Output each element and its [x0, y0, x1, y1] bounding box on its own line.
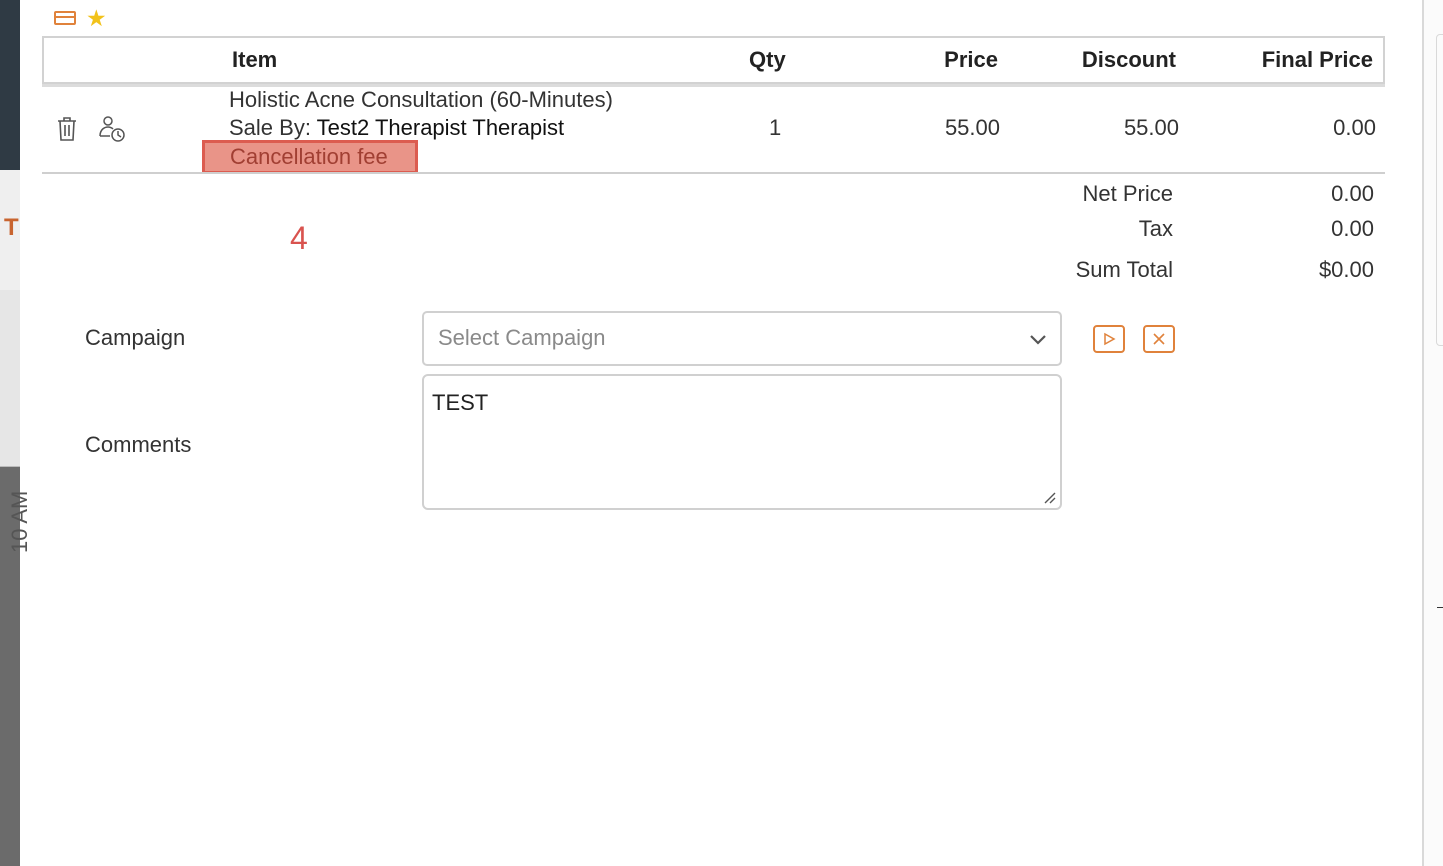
- header-item: Item: [232, 47, 278, 72]
- header-final-price: Final Price: [1261, 47, 1373, 72]
- header-price: Price: [944, 47, 998, 72]
- net-price-label: Net Price: [1082, 181, 1173, 206]
- item-name: Holistic Acne Consultation (60-Minutes): [229, 87, 613, 112]
- row-price: 55.00: [944, 115, 1000, 140]
- table-row: Holistic Acne Consultation (60-Minutes) …: [42, 87, 1385, 174]
- top-icon-bar: ★: [54, 7, 107, 30]
- apply-campaign-button[interactable]: [1093, 325, 1125, 353]
- resize-grip-icon[interactable]: [1042, 490, 1056, 504]
- table-header: Item Qty Price Discount Final Price: [42, 36, 1385, 84]
- row-qty: 1: [769, 115, 782, 140]
- assign-therapist-icon[interactable]: [97, 114, 127, 144]
- row-final-price: 0.00: [1333, 115, 1376, 140]
- clear-campaign-button[interactable]: [1143, 325, 1175, 353]
- trash-icon[interactable]: [56, 116, 78, 142]
- background-left-inner-2: [0, 290, 20, 466]
- card-icon[interactable]: [54, 11, 76, 25]
- row-divider: [42, 172, 1385, 174]
- chevron-down-icon: [1030, 335, 1046, 345]
- comments-label: Comments: [85, 432, 192, 457]
- campaign-label: Campaign: [85, 325, 186, 350]
- header-qty: Qty: [749, 47, 786, 72]
- comments-value: TEST: [432, 390, 489, 415]
- sum-total-value: $0.00: [1318, 257, 1374, 282]
- background-right-dash: [1437, 607, 1443, 608]
- background-right-box: [1436, 34, 1443, 346]
- close-icon: [1153, 333, 1165, 345]
- background-left-divider: [0, 466, 20, 467]
- background-left-letter: T: [4, 214, 19, 241]
- sale-by-label: Sale By:: [229, 115, 311, 140]
- annotation-marker: 4: [290, 220, 308, 256]
- background-left-top: [0, 0, 20, 170]
- play-icon: [1104, 332, 1116, 346]
- tax-value: 0.00: [1331, 216, 1374, 241]
- sale-by: Sale By: Test2 Therapist Therapist: [229, 115, 564, 141]
- cancellation-fee-tag[interactable]: Cancellation fee: [202, 140, 418, 174]
- background-time-label: 10 AM: [7, 490, 32, 553]
- sum-total-label: Sum Total: [1075, 257, 1173, 282]
- star-icon[interactable]: ★: [86, 7, 107, 30]
- comments-textarea[interactable]: TEST: [422, 374, 1062, 510]
- header-discount: Discount: [1081, 47, 1176, 72]
- net-price-value: 0.00: [1331, 181, 1374, 206]
- campaign-placeholder: Select Campaign: [438, 325, 606, 350]
- row-discount: 55.00: [1123, 115, 1179, 140]
- tax-label: Tax: [1138, 216, 1173, 241]
- campaign-select[interactable]: Select Campaign: [422, 311, 1062, 366]
- sale-by-therapist[interactable]: Test2 Therapist Therapist: [317, 115, 564, 140]
